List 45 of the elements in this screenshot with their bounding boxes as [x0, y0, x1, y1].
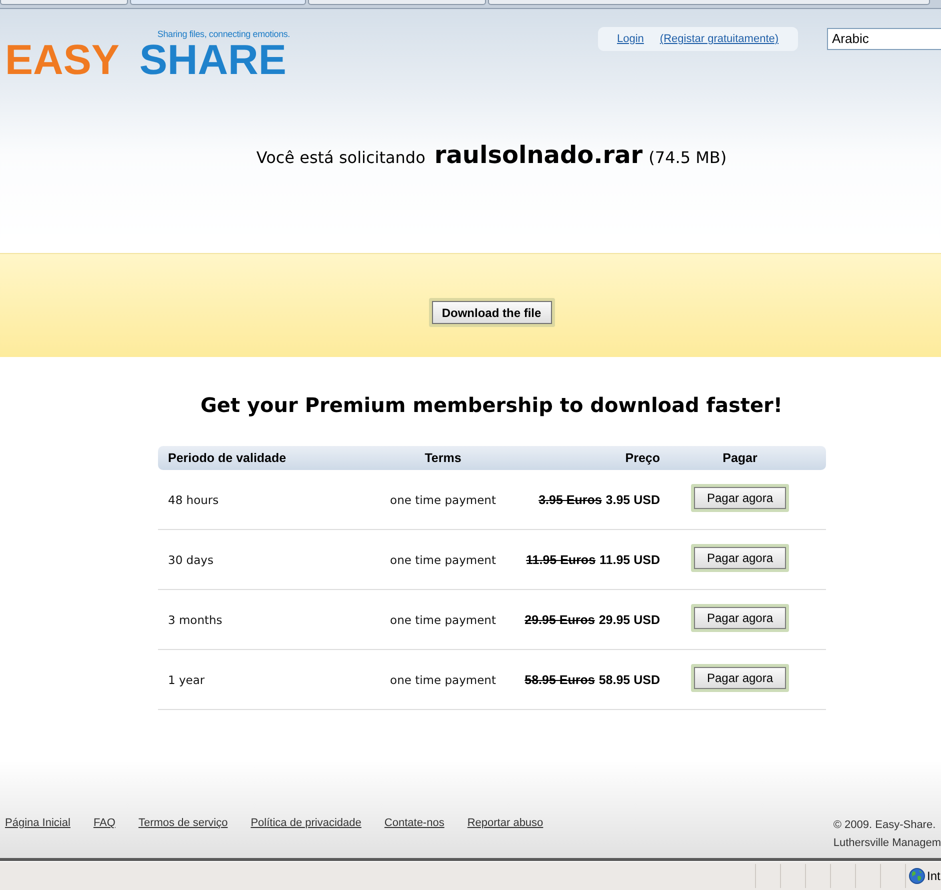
footer-link[interactable]: Página Inicial — [5, 816, 70, 830]
file-size: (74.5 MB) — [648, 148, 727, 167]
logo-word: EASY — [5, 39, 120, 81]
period-cell: 3 months — [168, 612, 222, 628]
column-header: Preço — [625, 450, 660, 466]
terms-cell: one time payment — [390, 612, 496, 628]
column-header: Terms — [424, 450, 462, 466]
column-header: Periodo de validade — [168, 450, 286, 466]
logo-tagline: Sharing files, connecting emotions. — [157, 29, 290, 39]
copyright-text: © 2009. Easy-Share. — [833, 818, 937, 833]
old-price: 58.95 Euros — [524, 672, 595, 688]
old-price: 11.95 Euros — [526, 552, 596, 568]
pay-button[interactable]: Pagar agora — [691, 604, 789, 632]
footer-link[interactable]: Termos de serviço — [138, 816, 228, 830]
price: 11.95 USD — [600, 552, 660, 568]
footer-link[interactable]: FAQ — [93, 816, 116, 830]
language-select[interactable]: Arabic — [827, 28, 941, 50]
premium-heading: Get your Premium membership to download faster! — [199, 393, 784, 417]
footer-link[interactable]: Contate-nos — [384, 816, 444, 830]
period-cell: 1 year — [168, 672, 205, 688]
login-link[interactable]: Login — [617, 32, 644, 46]
zone-label: Int — [927, 868, 940, 884]
old-price: 3.95 Euros — [538, 492, 602, 508]
period-cell: 30 days — [168, 552, 214, 568]
download-button[interactable]: Download the file — [428, 298, 554, 327]
pay-button[interactable]: Pagar agora — [691, 484, 789, 512]
terms-cell: one time payment — [390, 492, 496, 508]
globe-icon — [909, 868, 925, 884]
footer-link[interactable]: Política de privacidade — [250, 816, 362, 830]
register-link[interactable]: (Registar gratuitamente) — [660, 32, 779, 46]
file-name: raulsolnado.rar — [434, 141, 643, 169]
pay-button[interactable]: Pagar agora — [691, 664, 789, 692]
footer-link[interactable]: Reportar abuso — [467, 816, 544, 830]
request-label: Você está solicitando — [256, 148, 426, 167]
price: 29.95 USD — [598, 612, 660, 628]
column-header: Pagar — [722, 450, 758, 466]
pay-button[interactable]: Pagar agora — [691, 544, 789, 572]
price: 58.95 USD — [598, 672, 660, 688]
old-price: 29.95 Euros — [524, 612, 595, 628]
period-cell: 48 hours — [168, 492, 219, 508]
terms-cell: one time payment — [390, 672, 496, 688]
logo-word: SHARE — [139, 39, 286, 81]
price: 3.95 USD — [606, 492, 660, 508]
terms-cell: one time payment — [390, 552, 496, 568]
copyright-text: Luthersville Managem — [833, 836, 941, 851]
